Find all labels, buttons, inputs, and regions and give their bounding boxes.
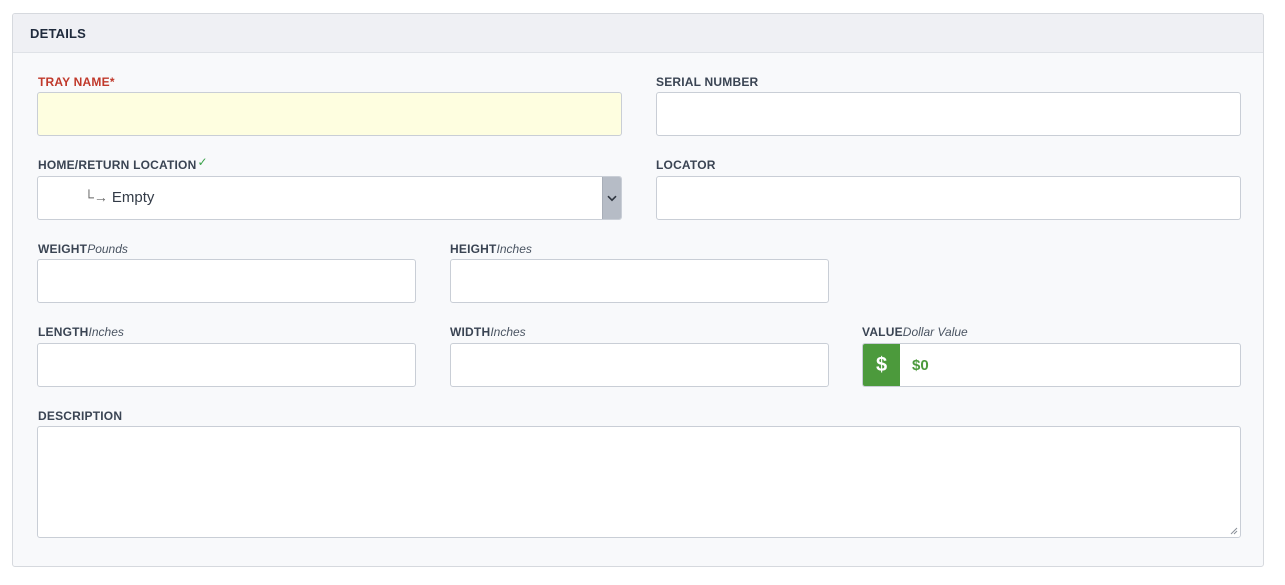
check-icon: ✓ xyxy=(197,155,208,169)
panel-header: DETAILS xyxy=(13,14,1263,53)
home-return-location-label: HOME/RETURN LOCATION✓ xyxy=(38,155,208,172)
value-amount: $0 xyxy=(912,357,929,374)
dollar-icon: $ xyxy=(863,344,900,386)
description-textarea[interactable] xyxy=(37,426,1241,538)
serial-number-input[interactable] xyxy=(656,92,1241,136)
width-label-text: WIDTH xyxy=(450,325,491,339)
locator-label: LOCATOR xyxy=(656,158,716,172)
tray-name-label: TRAY NAME* xyxy=(38,75,115,89)
home-return-location-select[interactable]: └→ Empty xyxy=(37,176,622,220)
locator-input[interactable] xyxy=(656,176,1241,220)
home-return-location-value: Empty xyxy=(111,189,155,206)
tray-name-input[interactable] xyxy=(37,92,622,136)
home-return-location-label-text: HOME/RETURN LOCATION xyxy=(38,158,197,172)
weight-unit: Pounds xyxy=(87,242,128,256)
value-unit: Dollar Value xyxy=(902,325,968,339)
resize-grip-icon[interactable] xyxy=(1230,527,1238,535)
value-label-text: VALUE xyxy=(862,325,903,339)
length-label: LENGTHInches xyxy=(38,325,124,339)
length-unit: Inches xyxy=(88,325,124,339)
weight-input[interactable] xyxy=(37,259,416,303)
width-label: WIDTHInches xyxy=(450,325,526,339)
length-label-text: LENGTH xyxy=(38,325,89,339)
height-label-text: HEIGHT xyxy=(450,242,497,256)
weight-label: WEIGHTPounds xyxy=(38,242,128,256)
home-return-location-selected: └→ Empty xyxy=(84,189,154,206)
panel-title: DETAILS xyxy=(30,25,87,41)
height-input[interactable] xyxy=(450,259,829,303)
value-input[interactable]: $ $0 xyxy=(862,343,1241,387)
description-label: DESCRIPTION xyxy=(38,409,123,423)
width-unit: Inches xyxy=(490,325,526,339)
width-input[interactable] xyxy=(450,343,829,387)
serial-number-label: SERIAL NUMBER xyxy=(656,75,759,89)
height-label: HEIGHTInches xyxy=(450,242,532,256)
length-input[interactable] xyxy=(37,343,416,387)
tree-branch-icon: └→ xyxy=(84,189,108,205)
height-unit: Inches xyxy=(496,242,532,256)
chevron-down-icon[interactable] xyxy=(602,177,621,219)
weight-label-text: WEIGHT xyxy=(38,242,88,256)
value-label: VALUEDollar Value xyxy=(862,325,968,339)
